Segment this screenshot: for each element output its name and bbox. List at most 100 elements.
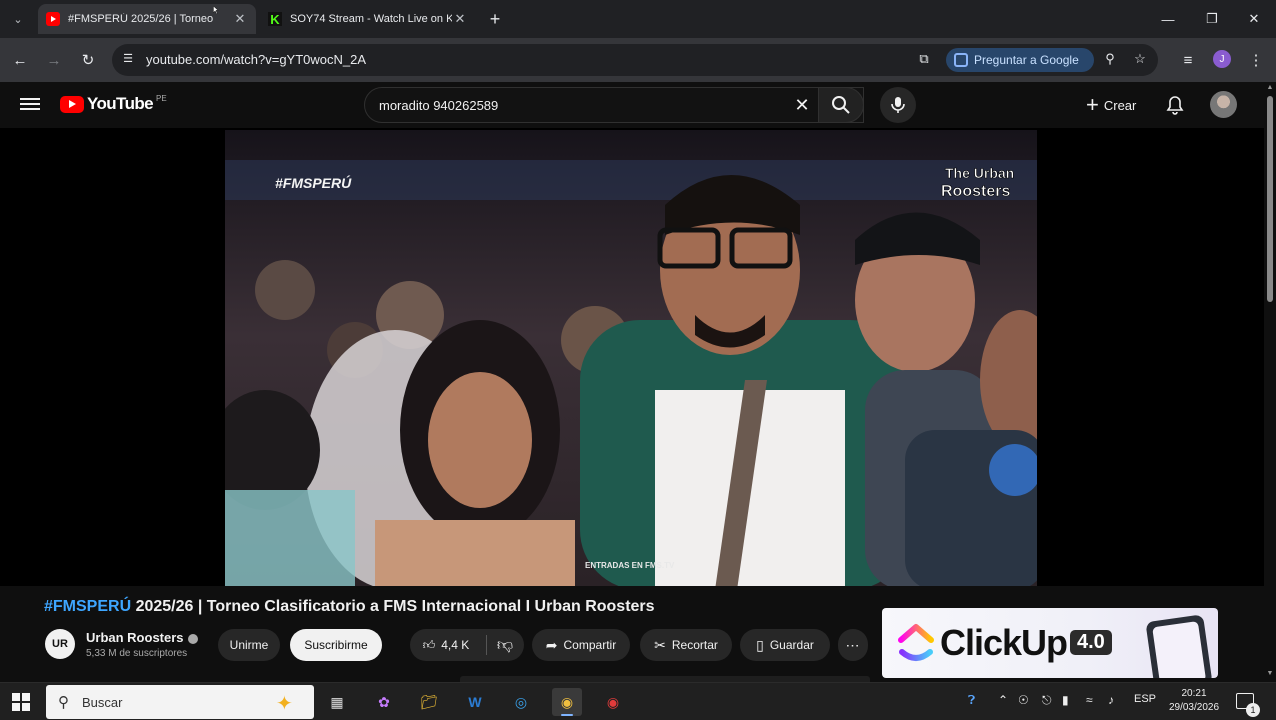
share-label: Compartir (563, 638, 617, 652)
like-divider (486, 635, 487, 655)
minimize-icon[interactable]: — (1148, 8, 1188, 30)
clickup-logo-icon (898, 624, 934, 661)
video-player[interactable]: #FMSPERÚ The Urban Roosters ENTRADAS EN … (225, 130, 1037, 586)
recording-app-icon[interactable]: ◉ (598, 688, 628, 716)
like-button[interactable]: 👍︎ 4,4 K (410, 629, 482, 661)
ask-google-label: Preguntar a Google (974, 53, 1079, 67)
windows-start-icon[interactable] (12, 693, 30, 711)
browser-tab-strip: ⌄ #FMSPERÚ 2025/26 | Torneo ✕ K SOY74 St… (0, 0, 1276, 38)
file-explorer-icon[interactable]: 📁︎ (414, 688, 444, 716)
windows-taskbar: ⚲ Buscar ✦ ▦ ✿ 📁︎ W ◎ ◉ ◉ ❓︎ ⌃ ☉ ⎋ ▮ ≈ ♪… (0, 682, 1276, 720)
clip-button[interactable]: ✂ Recortar (640, 629, 732, 661)
battery-icon[interactable]: ▮ (1062, 693, 1069, 707)
plus-icon: + (1086, 92, 1099, 117)
bookmark-star-icon[interactable]: ☆ (1130, 51, 1150, 69)
search-button[interactable] (818, 87, 864, 123)
join-button[interactable]: Unirme (218, 629, 280, 661)
task-view-icon[interactable]: ▦ (322, 688, 352, 716)
chrome-menu-icon[interactable]: ⋮ (1244, 48, 1268, 72)
like-dislike-group: 👍︎ 4,4 K 👎︎ (410, 629, 524, 661)
scroll-down-arrow-icon[interactable]: ▼ (1266, 670, 1274, 677)
search-box[interactable]: moradito 940262589 ✕ (364, 87, 864, 123)
create-label: Crear (1103, 97, 1137, 113)
youtube-header: YouTube PE moradito 940262589 ✕ + Crear (0, 82, 1264, 128)
join-label: Unirme (229, 638, 269, 652)
thumbs-down-icon: 👎︎ (496, 636, 514, 654)
channel-name[interactable]: Urban Roosters (86, 630, 184, 645)
window-close-icon[interactable]: ✕ (1234, 8, 1274, 30)
scroll-up-arrow-icon[interactable]: ▲ (1266, 84, 1274, 91)
tab-youtube[interactable]: #FMSPERÚ 2025/26 | Torneo ✕ (38, 4, 256, 34)
youtube-logo[interactable]: YouTube PE (60, 94, 167, 114)
clock[interactable]: 20:21 29/03/2026 (1164, 687, 1224, 715)
ask-google-button[interactable]: Preguntar a Google (946, 48, 1094, 72)
site-info-icon[interactable]: ☰ (120, 52, 136, 68)
browser-toolbar: ← → ↻ ☰ youtube.com/watch?v=gYT0wocN_2A … (0, 38, 1276, 82)
subscriber-count: 5,33 M de suscriptores (86, 648, 188, 659)
language-indicator[interactable]: ESP (1134, 693, 1156, 705)
country-code: PE (156, 94, 167, 103)
create-button[interactable]: + Crear (1076, 87, 1146, 123)
zoom-icon[interactable]: ⚲ (1100, 51, 1120, 69)
clock-time: 20:21 (1181, 688, 1207, 699)
thumbs-up-icon: 👍︎ (422, 637, 436, 652)
forward-arrow-icon[interactable]: → (42, 48, 66, 72)
reload-icon[interactable]: ↻ (76, 48, 100, 72)
profile-avatar[interactable]: J (1213, 50, 1231, 68)
video-bottom-overlay: ENTRADAS EN FMS.TV (585, 561, 675, 570)
save-label: Guardar (769, 638, 814, 652)
search-highlight-sparkle-icon: ✦ (276, 693, 293, 715)
more-actions-icon[interactable]: ⋯ (838, 629, 868, 661)
back-arrow-icon[interactable]: ← (8, 48, 32, 72)
account-avatar[interactable] (1210, 91, 1237, 118)
channel-avatar[interactable]: UR (45, 629, 75, 659)
new-tab-plus-icon[interactable]: + (484, 8, 506, 30)
mouse-cursor-icon (213, 5, 219, 15)
urban-roosters-logo-line2: Roosters (941, 183, 1010, 200)
hamburger-menu-icon[interactable] (20, 95, 40, 113)
volume-icon[interactable]: ♪ (1108, 693, 1114, 707)
meet-now-icon[interactable]: ☉ (1018, 693, 1029, 707)
clickup-ad-banner[interactable]: ClickUp 4.0 (882, 608, 1218, 678)
save-button[interactable]: ▯ Guardar (740, 629, 830, 661)
clock-date: 29/03/2026 (1168, 702, 1220, 713)
tray-overflow-chevron-icon[interactable]: ⌃ (998, 693, 1008, 707)
reading-list-icon[interactable]: ≡ (1176, 48, 1200, 72)
copilot-icon[interactable]: ✿ (369, 688, 399, 716)
search-input[interactable]: moradito 940262589 (379, 98, 498, 113)
tab-close-icon[interactable]: ✕ (232, 11, 248, 27)
edge-icon[interactable]: ◎ (506, 688, 536, 716)
wifi-icon[interactable]: ≈ (1086, 693, 1093, 707)
help-icon[interactable]: ❓︎ (968, 693, 975, 708)
microphone-icon (891, 97, 905, 113)
clear-search-icon[interactable]: ✕ (791, 94, 813, 116)
title-hashtag-link[interactable]: #FMSPERÚ (44, 598, 131, 615)
google-lens-icon (954, 53, 968, 67)
share-button[interactable]: ➦ Compartir (532, 629, 630, 661)
install-app-icon[interactable]: ⧉ (914, 51, 934, 69)
search-icon: ⚲ (58, 694, 69, 711)
bell-icon (1166, 96, 1184, 115)
like-count: 4,4 K (441, 638, 470, 652)
youtube-favicon-icon (46, 12, 60, 26)
notifications-button[interactable] (1162, 92, 1188, 118)
title-text: 2025/26 | Torneo Clasificatorio a FMS In… (131, 598, 655, 615)
subscribe-label: Suscribirme (304, 638, 368, 652)
tab-search-chevron-icon[interactable]: ⌄ (6, 7, 30, 31)
word-icon[interactable]: W (460, 688, 490, 716)
chrome-icon[interactable]: ◉ (552, 688, 582, 716)
tab-kick[interactable]: K SOY74 Stream - Watch Live on K ✕ (260, 4, 476, 34)
taskbar-search-placeholder[interactable]: Buscar (82, 695, 122, 710)
address-bar[interactable]: ☰ youtube.com/watch?v=gYT0wocN_2A ⧉ Preg… (112, 44, 1158, 76)
dislike-button[interactable]: 👎︎ (490, 629, 520, 661)
voice-search-button[interactable] (880, 87, 916, 123)
url-text[interactable]: youtube.com/watch?v=gYT0wocN_2A (146, 52, 366, 67)
microphone-tray-icon[interactable]: ⎋ (1042, 693, 1052, 708)
taskbar-search-box[interactable]: ⚲ Buscar ✦ (46, 685, 314, 719)
restore-icon[interactable]: ❐ (1192, 8, 1232, 30)
page-scrollbar[interactable]: ▲ ▼ (1264, 82, 1276, 682)
scrollbar-thumb[interactable] (1267, 96, 1273, 302)
channel-name-container[interactable]: Urban Roosters (86, 630, 198, 645)
subscribe-button[interactable]: Suscribirme (290, 629, 382, 661)
tab-close-icon[interactable]: ✕ (452, 11, 468, 27)
